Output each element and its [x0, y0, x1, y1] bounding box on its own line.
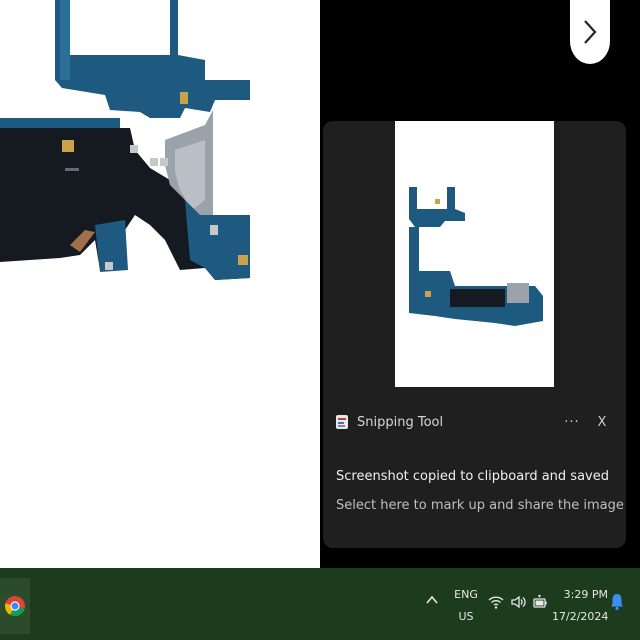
chrome-taskbar-button[interactable] [0, 578, 30, 634]
close-notification-button[interactable]: X [590, 415, 614, 430]
chrome-icon [4, 596, 25, 617]
snipping-tool-notification[interactable]: Snipping Tool ··· X Screenshot copied to… [323, 121, 626, 548]
clock-time: 3:29 PM [563, 588, 608, 601]
wifi-icon [488, 596, 504, 609]
volume-icon [511, 595, 526, 609]
chevron-right-icon [584, 20, 597, 44]
app-name: Snipping Tool [357, 414, 444, 430]
clock[interactable]: 3:29 PM 17/2/2024 [552, 584, 608, 628]
region-code: US [458, 610, 474, 623]
system-tray[interactable] [488, 594, 548, 610]
notification-title: Screenshot copied to clipboard and saved [336, 469, 609, 484]
notifications-button[interactable] [610, 593, 624, 615]
show-hidden-icons-button[interactable] [426, 593, 438, 609]
next-image-button[interactable] [570, 0, 610, 64]
language-indicator[interactable]: ENG US [452, 584, 480, 628]
battery-icon [533, 595, 547, 608]
image-viewer [0, 0, 320, 568]
screenshot-thumbnail[interactable] [395, 121, 554, 387]
bell-icon [611, 594, 623, 611]
circuit-board-image [0, 0, 250, 280]
clock-date: 17/2/2024 [552, 610, 609, 623]
chevron-up-icon [426, 595, 438, 604]
taskbar: ENG US 3:29 PM 17/2/2024 [0, 568, 640, 640]
thumbnail-board-image [409, 187, 543, 326]
more-options-button[interactable]: ··· [560, 415, 584, 430]
notification-header: Snipping Tool ··· X [335, 411, 614, 433]
language-code: ENG [454, 588, 478, 601]
notification-body[interactable]: Select here to mark up and share the ima… [336, 498, 624, 513]
snipping-tool-icon [336, 415, 348, 429]
